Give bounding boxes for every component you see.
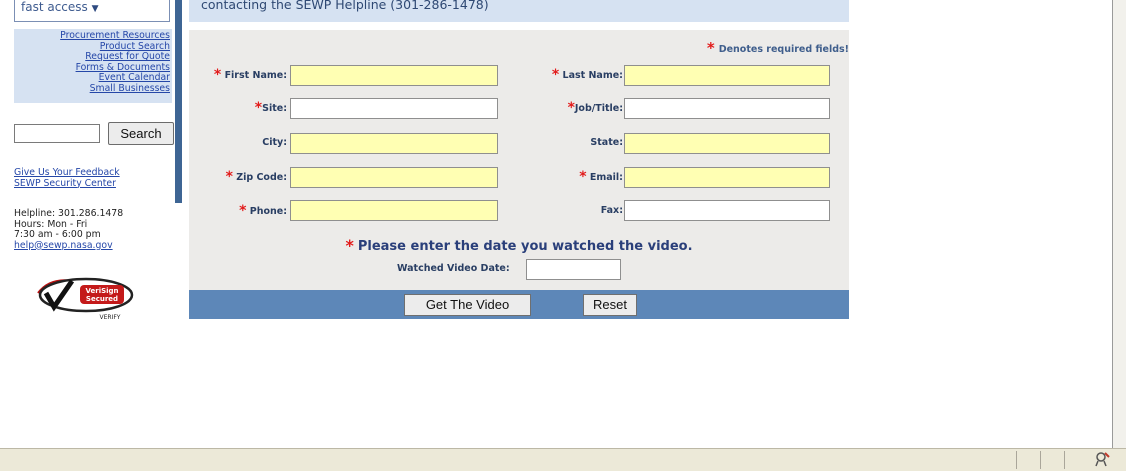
state-field[interactable] [624, 133, 830, 154]
first-name-label: * First Name: [213, 67, 287, 83]
vertical-scrollbar[interactable] [1113, 0, 1126, 448]
connection-icon-graphic [1095, 452, 1110, 467]
state-label: State: [590, 137, 623, 148]
browser-content: fast access ▼ Procurement Resources Prod… [0, 0, 1113, 448]
sidebar-menu: Procurement Resources Product Search Req… [14, 29, 172, 103]
sidebar-links: Give Us Your Feedback SEWP Security Cent… [14, 167, 174, 190]
job-title-label-text: Job/Title: [574, 103, 623, 114]
site-label: *Site: [254, 100, 287, 116]
required-star-icon: * [551, 67, 560, 83]
connection-icon[interactable] [1094, 451, 1110, 471]
required-star-icon: * [254, 100, 263, 116]
job-title-field[interactable] [624, 98, 830, 119]
city-field[interactable] [290, 133, 498, 154]
required-fields-note: * Denotes required fields! [707, 39, 849, 57]
status-bar-divider [1016, 451, 1017, 469]
first-name-field[interactable] [290, 65, 498, 86]
quick-access-dropdown[interactable]: fast access ▼ [14, 0, 170, 22]
required-star-icon: * [239, 203, 247, 219]
watched-video-date-label: Watched Video Date: [397, 263, 510, 274]
chevron-down-icon: ▼ [91, 4, 99, 14]
site-label-text: Site: [262, 103, 287, 114]
helpline-phone: Helpline: 301.286.1478 [14, 208, 124, 219]
required-star-icon: * [213, 67, 222, 83]
required-star-icon: * [706, 39, 715, 57]
job-title-label: *Job/Title: [567, 100, 623, 116]
zip-code-label-text: Zip Code: [236, 172, 287, 183]
last-name-label-text: Last Name: [562, 70, 623, 81]
last-name-label: * Last Name: [551, 67, 623, 83]
first-name-label-text: First Name: [224, 70, 287, 81]
zip-code-field[interactable] [290, 167, 498, 188]
required-star-icon: * [579, 169, 587, 185]
feedback-link[interactable]: Give Us Your Feedback [14, 167, 174, 179]
city-label: City: [262, 137, 287, 148]
quick-access-label: fast access [21, 0, 88, 14]
last-name-field[interactable] [624, 65, 830, 86]
watched-video-date-field[interactable] [526, 259, 621, 280]
required-star-icon: * [345, 236, 354, 255]
phone-label: * Phone: [239, 203, 287, 219]
search-input[interactable] [14, 124, 100, 143]
verisign-verify: VERIFY [100, 314, 121, 321]
verisign-line2: Secured [86, 295, 118, 303]
verisign-line1: VeriSign [85, 287, 118, 295]
email-field[interactable] [624, 167, 830, 188]
video-prompt: * Please enter the date you watched the v… [189, 236, 849, 255]
verisign-logo: VeriSign Secured VERIFY [37, 277, 134, 321]
helpline-email-link[interactable]: help@sewp.nasa.gov [14, 240, 113, 251]
zip-code-label: * Zip Code: [225, 169, 287, 185]
status-bar-divider [1040, 451, 1041, 469]
sidebar-item-procurement-resources[interactable]: Procurement Resources [14, 30, 170, 42]
video-date-section: * Please enter the date you watched the v… [189, 228, 849, 290]
phone-label-text: Phone: [249, 206, 287, 217]
required-star-icon: * [567, 100, 575, 116]
required-note-text: Denotes required fields! [718, 44, 849, 55]
security-center-link[interactable]: SEWP Security Center [14, 178, 174, 190]
required-star-icon: * [225, 169, 233, 185]
form-button-bar: Get The Video Reset [189, 290, 849, 319]
verisign-seal[interactable]: VeriSign Secured VERIFY [34, 275, 138, 321]
site-field[interactable] [290, 98, 498, 119]
contact-form: * Denotes required fields! * First Name: … [189, 30, 849, 228]
sidebar-item-small-businesses[interactable]: Small Businesses [14, 83, 170, 95]
email-label: * Email: [579, 169, 623, 185]
get-video-button[interactable]: Get The Video [404, 294, 531, 316]
helpline-info: Helpline: 301.286.1478 Hours: Mon - Fri … [14, 208, 174, 251]
phone-field[interactable] [290, 200, 498, 221]
reset-button[interactable]: Reset [583, 294, 637, 316]
fax-field[interactable] [624, 200, 830, 221]
fax-label: Fax: [600, 205, 623, 216]
search-button[interactable]: Search [108, 122, 174, 145]
sidebar-divider [175, 0, 182, 203]
status-bar-divider [1064, 451, 1065, 469]
video-prompt-text: Please enter the date you watched the vi… [357, 239, 693, 254]
email-label-text: Email: [589, 172, 623, 183]
status-bar [0, 448, 1126, 471]
helpline-banner: contacting the SEWP Helpline (301-286-14… [189, 0, 849, 22]
